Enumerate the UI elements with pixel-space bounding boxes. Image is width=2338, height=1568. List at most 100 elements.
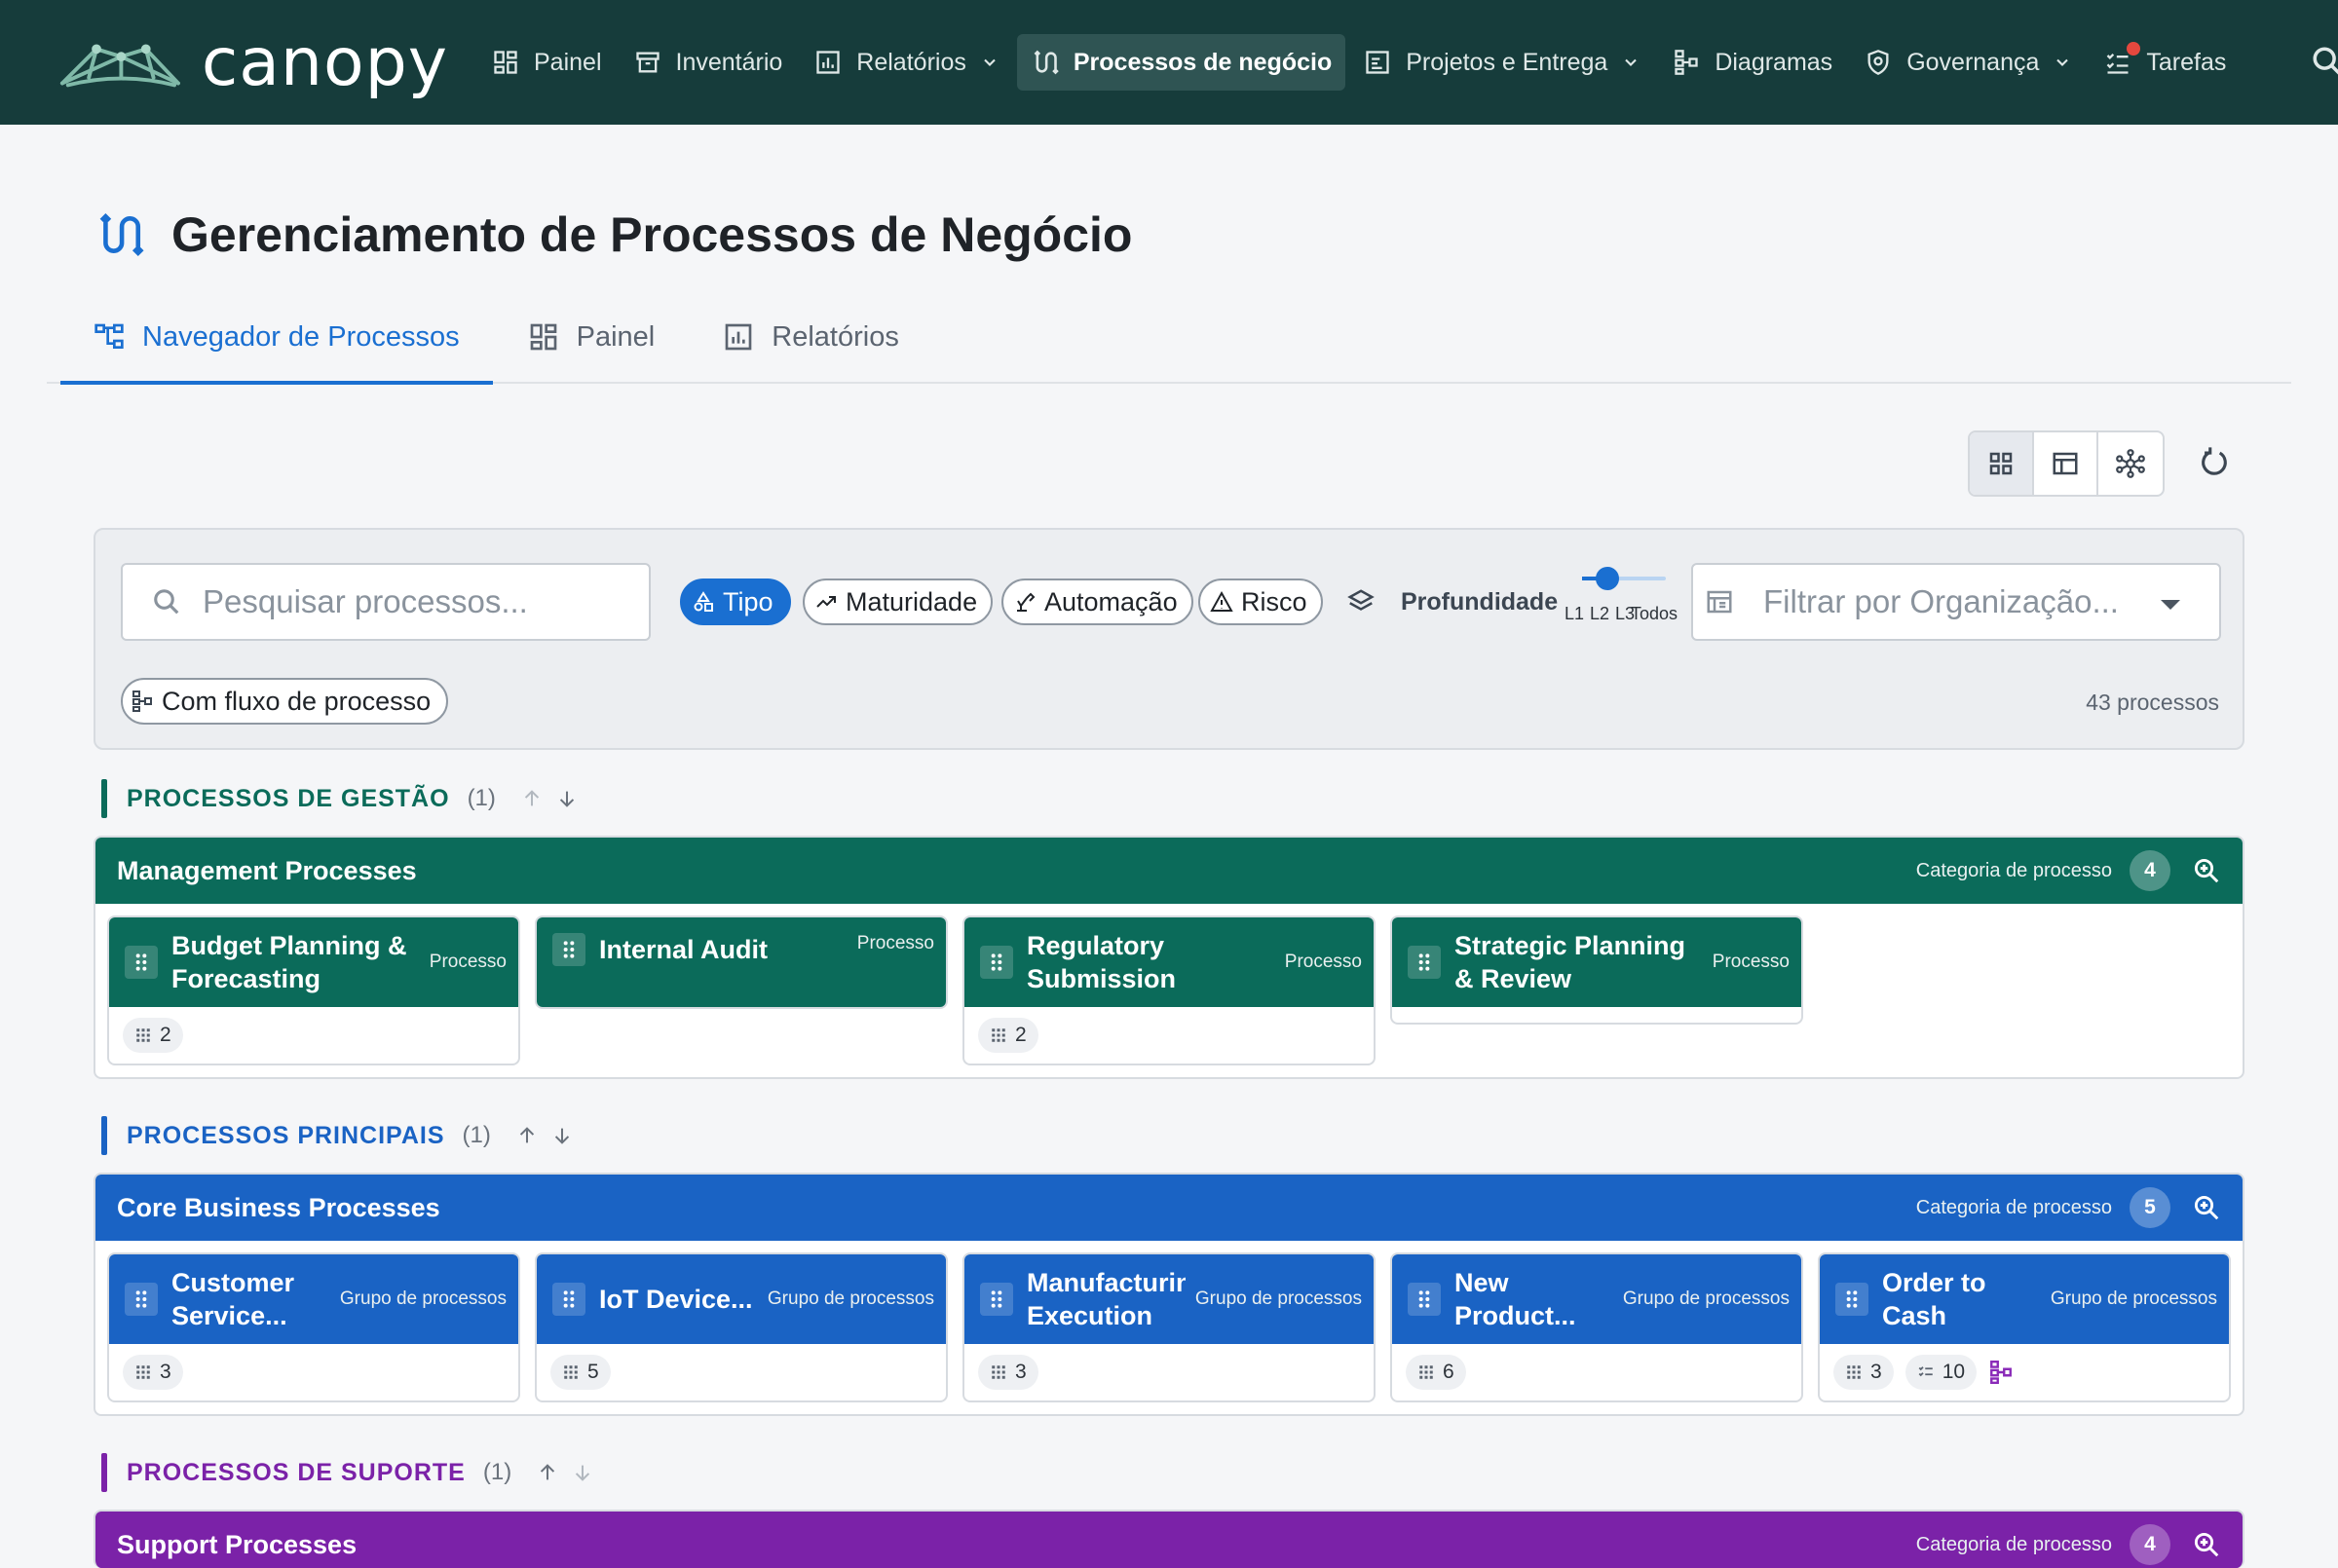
slider-thumb[interactable] [1596, 567, 1619, 590]
process-tile[interactable]: Budget Planning & Forecasting Processo 2 [107, 915, 520, 1065]
category-type: Categoria de processo [1915, 859, 2112, 881]
search-input[interactable] [203, 583, 631, 620]
brand-logo[interactable]: canopy [58, 24, 448, 101]
section-name: PROCESSOS DE GESTÃO [127, 784, 450, 812]
page-tabs: Navegador de Processos Painel Relatórios [47, 291, 2291, 385]
section-header-gestao: PROCESSOS DE GESTÃO (1) [101, 779, 591, 818]
process-flow-icon[interactable] [1988, 1360, 2014, 1385]
filter-chip-automacao[interactable]: Automação [1001, 579, 1193, 625]
refresh-icon[interactable] [2198, 446, 2231, 479]
arrow-down-icon[interactable] [556, 788, 578, 809]
arrow-up-icon[interactable] [516, 1125, 538, 1146]
drag-handle-icon[interactable] [552, 933, 585, 966]
drag-handle-icon[interactable] [1408, 1283, 1441, 1316]
nav-item-painel[interactable]: Painel [477, 34, 616, 91]
filter-chip-com-fluxo[interactable]: Com fluxo de processo [121, 678, 449, 725]
children-count-pill: 6 [1406, 1355, 1466, 1390]
category-title: Support Processes [117, 1529, 358, 1559]
depth-slider[interactable]: L1 L2 L3 Todos [1565, 565, 1678, 623]
nav-label: Painel [534, 48, 602, 76]
process-group-tile[interactable]: Manufacturing Execution Grupo de process… [962, 1252, 1376, 1402]
category-header[interactable]: Management Processes Categoria de proces… [95, 838, 2243, 904]
arrow-down-icon[interactable] [572, 1462, 593, 1483]
nav-item-tarefas[interactable]: Tarefas [2090, 34, 2240, 91]
slider-mark: L1 [1565, 604, 1585, 623]
tile-name: IoT Device... [599, 1285, 753, 1314]
grid-dots-icon [564, 1365, 578, 1379]
tasks-count-pill: 10 [1904, 1355, 1978, 1390]
category-type: Categoria de processo [1915, 1196, 2112, 1218]
drag-handle-icon[interactable] [980, 946, 1013, 979]
children-count-pill: 2 [978, 1018, 1038, 1053]
nav-item-relatorios[interactable]: Relatórios [800, 34, 1013, 91]
drag-handle-icon[interactable] [1835, 1283, 1868, 1316]
process-tile[interactable]: Regulatory Submission Processo 2 [962, 915, 1376, 1065]
process-icon [1031, 48, 1060, 77]
tile-header: Customer Service... Grupo de processos [109, 1254, 518, 1344]
report-icon [813, 48, 843, 77]
category-header[interactable]: Core Business Processes Categoria de pro… [95, 1175, 2243, 1241]
process-group-tile[interactable]: Order to Cash Grupo de processos 3 10 [1818, 1252, 2231, 1402]
section-header-principais: PROCESSOS PRINCIPAIS (1) [101, 1116, 586, 1155]
arrow-up-icon[interactable] [521, 788, 543, 809]
tile-header: Order to Cash Grupo de processos [1820, 1254, 2229, 1344]
arrow-up-icon[interactable] [537, 1462, 558, 1483]
grid-view-button[interactable] [1970, 432, 2034, 495]
table-view-button[interactable] [2034, 432, 2098, 495]
tab-painel[interactable]: Painel [528, 291, 655, 383]
nav-item-processos-de-negocio[interactable]: Processos de negócio [1016, 34, 1346, 91]
pill-value: 3 [1870, 1361, 1882, 1383]
filter-chip-maturidade[interactable]: Maturidade [803, 579, 994, 625]
children-count-pill: 3 [978, 1355, 1038, 1390]
tab-relatorios[interactable]: Relatórios [723, 291, 899, 383]
tile-footer: 2 [964, 1007, 1374, 1064]
drag-handle-icon[interactable] [552, 1283, 585, 1316]
category-card-support: Support Processes Categoria de processo … [94, 1510, 2244, 1568]
network-icon [2116, 449, 2145, 478]
arrow-down-icon[interactable] [551, 1125, 573, 1146]
tab-navegador-de-processos[interactable]: Navegador de Processos [60, 291, 493, 385]
tile-footer: 2 [109, 1007, 518, 1064]
process-group-tile[interactable]: IoT Device... Grupo de processos 5 [535, 1252, 948, 1402]
tile-type: Grupo de processos [1194, 1288, 1362, 1309]
filter-chip-tipo[interactable]: Tipo [680, 579, 791, 625]
zoom-in-icon[interactable] [2192, 1530, 2221, 1559]
drag-handle-icon[interactable] [1408, 946, 1441, 979]
nav-item-inventario[interactable]: Inventário [620, 34, 797, 91]
search-icon[interactable] [2311, 45, 2338, 78]
organization-filter-select[interactable]: Filtrar por Organização... [1691, 563, 2221, 641]
pill-value: 2 [160, 1024, 171, 1046]
section-name: PROCESSOS PRINCIPAIS [127, 1121, 445, 1149]
chip-label: Com fluxo de processo [162, 686, 432, 716]
process-search-box[interactable] [121, 563, 651, 641]
nav-item-governanca[interactable]: Governança [1850, 34, 2086, 91]
zoom-in-icon[interactable] [2192, 1193, 2221, 1222]
nav-item-diagramas[interactable]: Diagramas [1658, 34, 1846, 91]
brand-name: canopy [201, 23, 448, 101]
process-group-tile[interactable]: Customer Service... Grupo de processos 3 [107, 1252, 520, 1402]
tile-grid: Customer Service... Grupo de processos 3… [95, 1241, 2243, 1414]
drag-handle-icon[interactable] [125, 946, 158, 979]
view-mode-toggle [1968, 430, 2165, 497]
chip-label: Tipo [723, 586, 773, 616]
drag-handle-icon[interactable] [125, 1283, 158, 1316]
trending-up-icon [816, 596, 836, 608]
process-tile[interactable]: Internal Audit Processo [535, 915, 948, 1009]
network-view-button[interactable] [2098, 432, 2163, 495]
layers-icon [1347, 589, 1375, 611]
process-tile[interactable]: Strategic Planning & Review Processo [1390, 915, 1803, 1025]
tile-header: Internal Audit Processo [537, 917, 946, 1007]
dashboard-icon [491, 48, 520, 77]
zoom-in-icon[interactable] [2192, 856, 2221, 885]
nav-label: Relatórios [856, 48, 966, 76]
nav-item-projetos-e-entrega[interactable]: Projetos e Entrega [1349, 34, 1654, 91]
dropdown-caret-icon [2161, 600, 2180, 610]
filter-chip-risco[interactable]: Risco [1198, 579, 1323, 625]
tile-name: Regulatory Submission [1027, 931, 1177, 993]
category-header[interactable]: Support Processes Categoria de processo … [95, 1512, 2243, 1568]
tile-grid: Budget Planning & Forecasting Processo 2… [95, 904, 2243, 1077]
process-group-tile[interactable]: New Product... Grupo de processos 6 [1390, 1252, 1803, 1402]
dashboard-icon [530, 323, 556, 351]
section-color-bar [101, 1453, 107, 1492]
drag-handle-icon[interactable] [980, 1283, 1013, 1316]
